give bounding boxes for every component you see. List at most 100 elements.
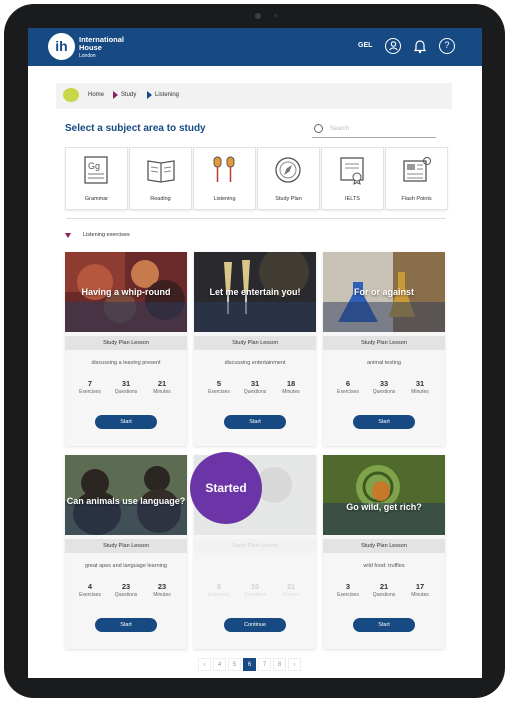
breadcrumb-home[interactable]: Home	[88, 92, 104, 98]
question-unit: Questions	[114, 592, 138, 598]
camera-icon	[255, 13, 261, 19]
brand-name[interactable]: International House London	[79, 36, 124, 60]
subject-grammar[interactable]: Gg Grammar	[65, 147, 128, 210]
page-button[interactable]: 7	[258, 658, 271, 671]
minute-unit: Minutes	[282, 592, 300, 598]
search-input[interactable]: Search	[330, 126, 349, 132]
lesson-description: great apes and language learning	[85, 563, 167, 569]
language-selector[interactable]: GEL	[358, 42, 372, 49]
continue-button[interactable]: Continue	[224, 618, 286, 632]
page-button[interactable]: 5	[228, 658, 241, 671]
lesson-type: Study Plan Lesson	[323, 336, 445, 350]
page-title: Select a subject area to study	[65, 123, 206, 134]
exercise-unit: Exercises	[79, 389, 101, 395]
lesson-card[interactable]: For or against Study Plan Lesson animal …	[323, 252, 445, 446]
breadcrumb-study[interactable]: Study	[121, 92, 136, 98]
lesson-title: Go wild, get rich?	[346, 502, 422, 512]
exercise-count: 5	[216, 379, 222, 388]
user-icon[interactable]	[385, 38, 401, 54]
breadcrumb-arrow-icon	[113, 91, 118, 99]
subject-label: Flash Points	[401, 196, 432, 202]
breadcrumb-listening[interactable]: Listening	[155, 92, 179, 98]
minute-unit: Minutes	[153, 592, 171, 598]
start-button[interactable]: Start	[353, 618, 415, 632]
breadcrumb-logo-icon	[63, 88, 79, 102]
exercise-unit: Exercises	[337, 389, 359, 395]
prev-page-button[interactable]: ‹	[198, 658, 211, 671]
current-page-button[interactable]: 6	[243, 658, 256, 671]
question-unit: Questions	[114, 389, 138, 395]
start-button[interactable]: Start	[353, 415, 415, 429]
lesson-description: discussing entertainment	[224, 360, 286, 366]
search-icon[interactable]	[314, 124, 323, 133]
subject-ielts[interactable]: IELTS	[321, 147, 384, 210]
lesson-card[interactable]: Let me entertain you! Study Plan Lesson …	[194, 252, 316, 446]
question-count: 33	[379, 379, 389, 388]
lesson-description: animal testing	[367, 360, 401, 366]
question-count: 23	[121, 582, 131, 591]
bell-icon[interactable]	[412, 38, 428, 54]
minute-unit: Minutes	[411, 592, 429, 598]
subject-flash-points[interactable]: Flash Points	[385, 147, 448, 210]
exercise-unit: Exercises	[208, 389, 230, 395]
lesson-type: Study Plan Lesson	[65, 336, 187, 350]
start-button[interactable]: Start	[224, 415, 286, 429]
section-label: Listening exercises	[83, 232, 130, 238]
lesson-title: For or against	[353, 287, 414, 297]
exercise-count: 6	[345, 379, 351, 388]
subject-listening[interactable]: Listening	[193, 147, 256, 210]
compass-icon	[274, 155, 302, 185]
lesson-card[interactable]: Go wild, get rich? Study Plan Lesson wil…	[323, 455, 445, 649]
lesson-type: Study Plan Lesson	[194, 336, 316, 350]
minute-count: 17	[415, 582, 425, 591]
app-screen: ih International House London GEL ? Home…	[28, 28, 482, 678]
page-button[interactable]: 8	[273, 658, 286, 671]
lesson-title: Let me entertain you!	[209, 287, 301, 297]
subject-reading[interactable]: Reading	[129, 147, 192, 210]
lesson-type: Study Plan Lesson	[65, 539, 187, 553]
minute-count: 31	[415, 379, 425, 388]
start-button[interactable]: Start	[95, 415, 157, 429]
page-button[interactable]: 4	[213, 658, 226, 671]
exercise-unit: Exercises	[208, 592, 230, 598]
logo-icon[interactable]: ih	[48, 33, 75, 60]
minute-count: 21	[286, 582, 296, 591]
search-field[interactable]: Search	[312, 124, 436, 138]
minute-count: 23	[157, 582, 167, 591]
lesson-title: Can animals use language?	[66, 496, 186, 506]
question-unit: Questions	[243, 389, 267, 395]
start-button[interactable]: Start	[95, 618, 157, 632]
exercise-count: 3	[345, 582, 351, 591]
question-unit: Questions	[372, 592, 396, 598]
brand-line-3: London	[79, 53, 96, 59]
certificate-icon	[338, 155, 366, 185]
top-bar: ih International House London GEL ?	[28, 28, 482, 66]
subject-label: Listening	[213, 196, 236, 202]
subject-label: Study Plan	[275, 196, 302, 202]
newspaper-icon	[402, 155, 431, 185]
lesson-title: Having a whip-round	[81, 287, 171, 297]
help-icon[interactable]: ?	[439, 38, 455, 54]
minute-unit: Minutes	[411, 389, 429, 395]
subject-label: Grammar	[84, 196, 109, 202]
lesson-type: Study Plan Lesson	[323, 539, 445, 553]
lesson-card[interactable]: Can animals use language? Study Plan Les…	[65, 455, 187, 649]
lesson-description: discussing a leaving present	[91, 360, 161, 366]
next-page-button[interactable]: ›	[288, 658, 301, 671]
collapse-arrow-icon[interactable]	[65, 233, 71, 238]
lesson-card[interactable]: Having a whip-round Study Plan Lesson di…	[65, 252, 187, 446]
subject-label: IELTS	[345, 196, 360, 202]
breadcrumb-arrow-icon	[147, 91, 152, 99]
breadcrumb: Home Study Listening	[56, 83, 452, 109]
minute-count: 18	[286, 379, 296, 388]
exercise-count: 8	[216, 582, 222, 591]
subject-study-plan[interactable]: Study Plan	[257, 147, 320, 210]
subject-label: Reading	[150, 196, 171, 202]
question-count: 31	[250, 379, 260, 388]
minute-unit: Minutes	[153, 389, 171, 395]
svg-text:Gg: Gg	[88, 161, 100, 171]
lesson-type: Study Plan Lesson	[194, 539, 316, 553]
question-count: 21	[379, 582, 389, 591]
lesson-description: wild food: truffles	[363, 563, 405, 569]
started-badge: Started	[190, 452, 262, 524]
